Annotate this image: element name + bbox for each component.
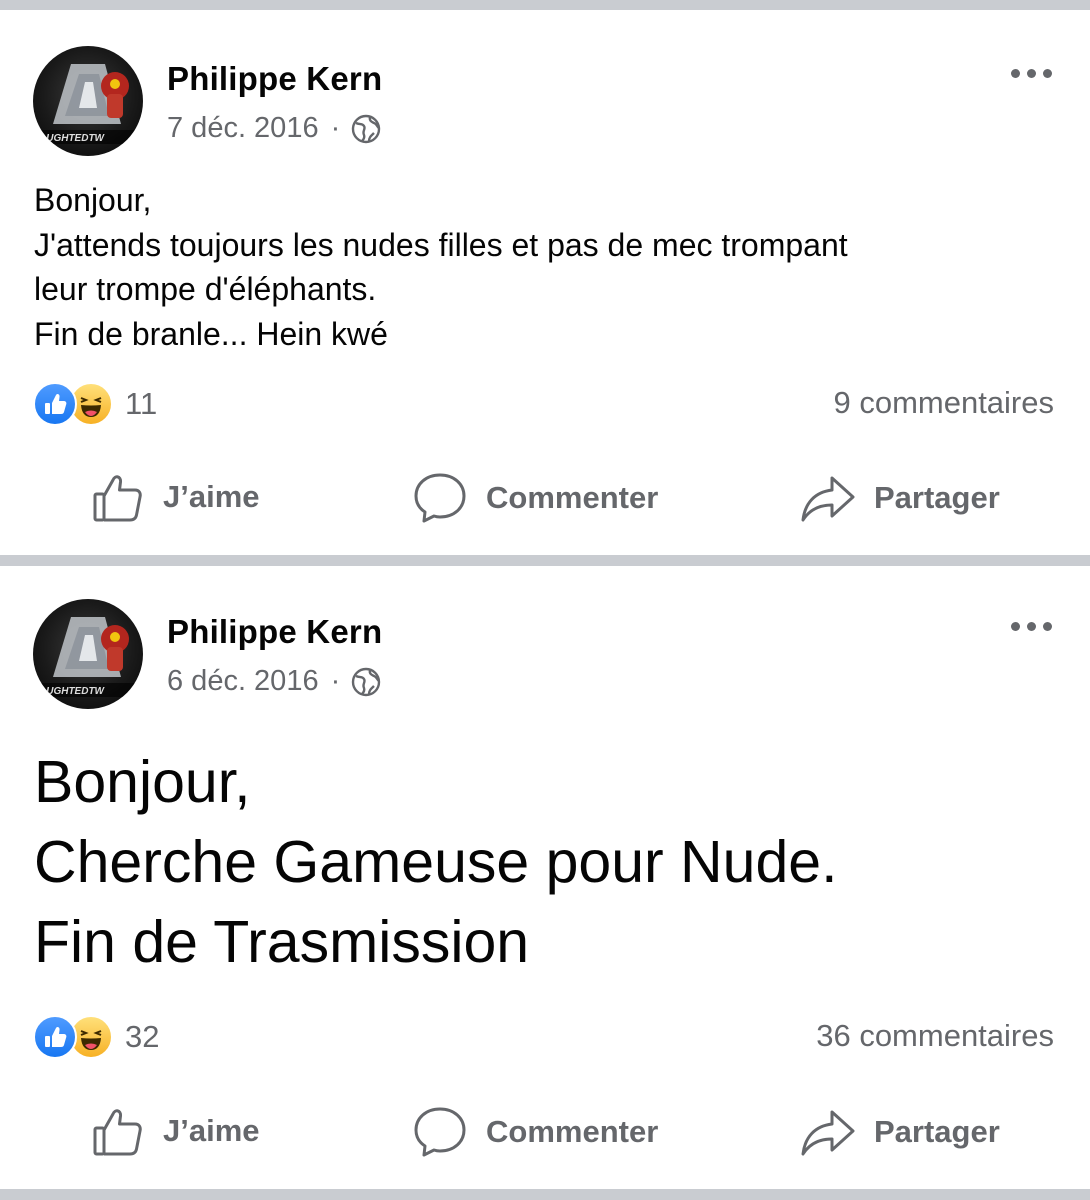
- share-label: Partager: [874, 480, 1000, 515]
- post-separator: [0, 555, 1090, 566]
- post-2: AUGHTEDTW Philippe Kern 6 déc. 2016 · Bo…: [0, 566, 1090, 1189]
- thumbs-up-icon: [93, 475, 142, 522]
- more-options-icon[interactable]: [1011, 622, 1052, 631]
- comments-count[interactable]: 9 commentaires: [833, 385, 1054, 421]
- share-button[interactable]: Partager: [800, 1104, 1000, 1160]
- reaction-count: 32: [125, 1019, 160, 1054]
- post-text: Bonjour, J'attends toujours les nudes fi…: [34, 178, 1030, 356]
- like-label: J’aime: [163, 1113, 260, 1148]
- svg-text:AUGHTEDTW: AUGHTEDTW: [38, 686, 106, 697]
- top-separator: [0, 0, 1090, 10]
- post-text-line: Fin de branle... Hein kwé: [34, 315, 388, 352]
- globe-icon: [350, 666, 382, 698]
- post-text: Bonjour, Cherche Gameuse pour Nude. Fin …: [34, 742, 1050, 982]
- author-name[interactable]: Philippe Kern: [167, 613, 382, 651]
- reactions-summary[interactable]: 32: [33, 1015, 159, 1059]
- post-text-line: J'attends toujours les nudes filles et p…: [34, 226, 848, 263]
- comment-button[interactable]: Commenter: [412, 1104, 658, 1160]
- bottom-separator: [0, 1189, 1090, 1200]
- more-options-icon[interactable]: [1011, 69, 1052, 78]
- post-1: AUGHTEDTW Philippe Kern 7 déc. 2016 · Bo…: [0, 10, 1090, 555]
- author-avatar[interactable]: AUGHTEDTW: [33, 46, 143, 156]
- like-reaction-icon: [33, 382, 77, 426]
- like-reaction-icon: [33, 1015, 77, 1059]
- post-date[interactable]: 6 déc. 2016: [167, 665, 319, 698]
- post-text-line: Bonjour,: [34, 182, 152, 218]
- share-button[interactable]: Partager: [800, 470, 1000, 526]
- post-meta: 6 déc. 2016 ·: [167, 665, 382, 698]
- post-date[interactable]: 7 déc. 2016: [167, 112, 319, 145]
- meta-dot: ·: [330, 665, 341, 697]
- like-label: J’aime: [163, 479, 260, 514]
- action-bar: J’aime Commenter Partager: [0, 1104, 1090, 1164]
- share-arrow-icon: [801, 1110, 855, 1156]
- share-arrow-icon: [801, 476, 855, 522]
- comment-button[interactable]: Commenter: [412, 470, 658, 526]
- post-text-line: Fin de Trasmission: [34, 909, 530, 975]
- like-button[interactable]: J’aime: [91, 470, 260, 524]
- share-label: Partager: [874, 1114, 1000, 1149]
- reactions-summary[interactable]: 11: [33, 382, 157, 426]
- comment-label: Commenter: [486, 480, 659, 515]
- comment-bubble-icon: [414, 473, 466, 523]
- post-meta: 7 déc. 2016 ·: [167, 112, 382, 145]
- post-text-line: Bonjour,: [34, 749, 251, 815]
- meta-dot: ·: [330, 112, 341, 144]
- globe-icon: [350, 113, 382, 145]
- like-button[interactable]: J’aime: [91, 1104, 260, 1158]
- comments-count[interactable]: 36 commentaires: [816, 1018, 1054, 1054]
- thumbs-up-icon: [93, 1109, 142, 1156]
- reaction-count: 11: [125, 386, 158, 421]
- author-avatar[interactable]: AUGHTEDTW: [33, 599, 143, 709]
- comment-label: Commenter: [486, 1114, 659, 1149]
- post-text-line: Cherche Gameuse pour Nude.: [34, 829, 838, 895]
- action-bar: J’aime Commenter Partager: [0, 470, 1090, 530]
- author-name[interactable]: Philippe Kern: [167, 60, 382, 98]
- svg-text:AUGHTEDTW: AUGHTEDTW: [38, 133, 106, 144]
- comment-bubble-icon: [414, 1107, 466, 1157]
- post-text-line: leur trompe d'éléphants.: [34, 271, 377, 307]
